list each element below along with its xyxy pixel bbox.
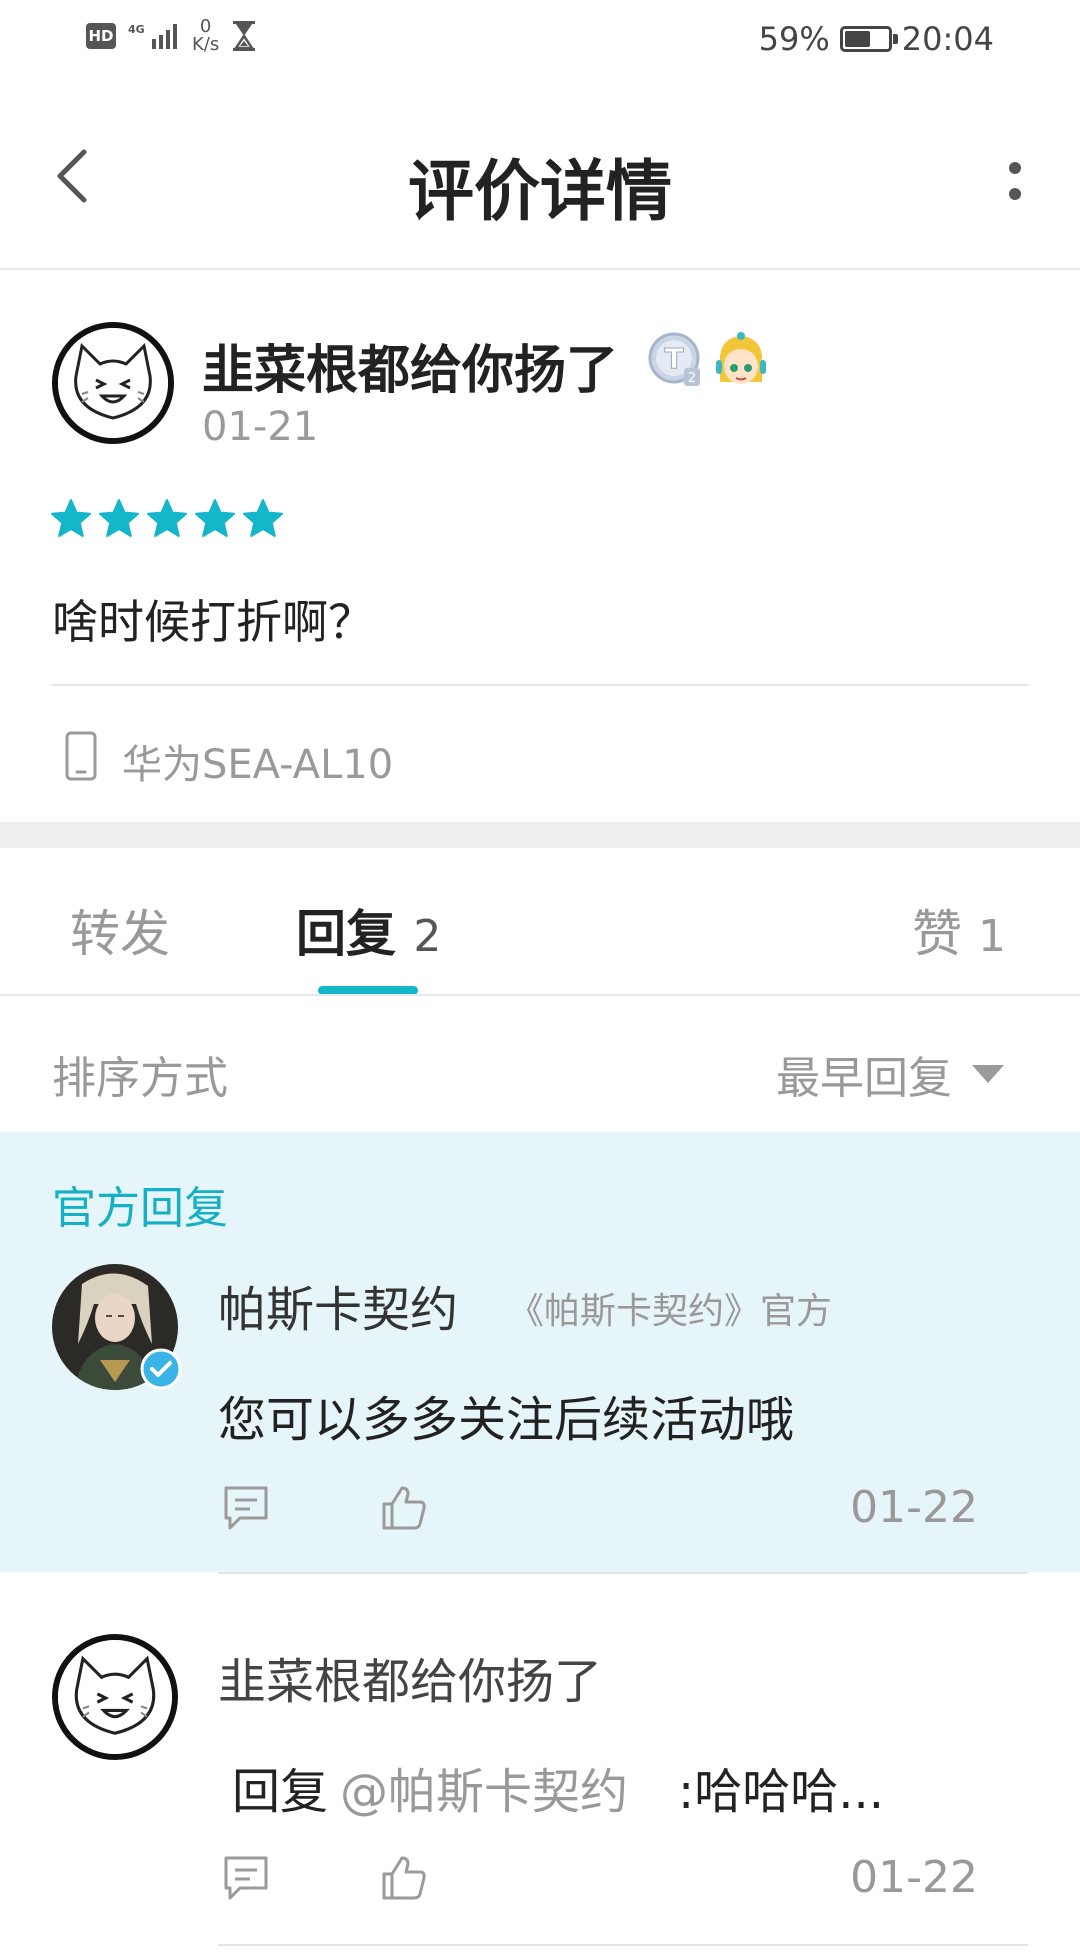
caret-down-icon xyxy=(972,1065,1004,1083)
review-date: 01-21 xyxy=(202,404,319,450)
more-vertical-icon[interactable] xyxy=(1000,154,1030,214)
battery-percent: 59% xyxy=(758,20,830,58)
verified-icon xyxy=(140,1348,182,1390)
tab-reply[interactable]: 回复 2 xyxy=(296,894,441,966)
hd-badge: HD xyxy=(86,23,116,49)
star-icon xyxy=(51,499,91,537)
hourglass-icon xyxy=(233,21,256,51)
status-right: 59% 20:04 xyxy=(759,20,994,58)
user-reply-date: 01-22 xyxy=(850,1852,978,1903)
reply-mention[interactable]: @帕斯卡契约 xyxy=(340,1764,628,1820)
status-left: HD 4G 0 K/s xyxy=(86,18,257,54)
star-icon xyxy=(147,499,187,537)
tab-forward-label: 转发 xyxy=(70,905,170,963)
sort-dropdown[interactable]: 最早回复 xyxy=(776,1042,1004,1106)
network-speed: 0 K/s xyxy=(192,18,219,54)
star-icon xyxy=(195,499,235,537)
tab-like-label: 赞 xyxy=(912,905,963,963)
battery-fill xyxy=(844,31,870,47)
official-reply-content: 您可以多多关注后续活动哦 xyxy=(218,1392,795,1448)
comment-icon[interactable] xyxy=(220,1482,272,1534)
svg-text:2: 2 xyxy=(688,371,696,386)
battery-icon xyxy=(839,26,898,52)
clock: 20:04 xyxy=(901,20,994,58)
svg-text:T: T xyxy=(664,342,683,375)
header: 评价详情 xyxy=(0,110,1080,240)
official-reply-date: 01-22 xyxy=(850,1482,978,1533)
svg-text:4G: 4G xyxy=(128,23,145,36)
tab-like-count: 1 xyxy=(978,911,1006,962)
level-t2-badge-icon[interactable]: T 2 xyxy=(648,332,704,388)
comment-icon[interactable] xyxy=(220,1852,272,1904)
cat-avatar-image xyxy=(58,328,168,438)
sort-value: 最早回复 xyxy=(776,1053,952,1104)
user-reply-content: 回复 @帕斯卡契约 :哈哈哈... xyxy=(232,1752,884,1822)
speed-unit: K/s xyxy=(192,34,220,55)
user-reply-author-name[interactable]: 韭菜根都给你扬了 xyxy=(218,1642,602,1712)
reply-body: :哈哈哈... xyxy=(678,1764,884,1820)
tab-like[interactable]: 赞 1 xyxy=(912,894,1006,966)
phone-icon xyxy=(65,731,97,781)
review-author-name[interactable]: 韭菜根都给你扬了 xyxy=(202,328,618,403)
thumbs-up-icon[interactable] xyxy=(378,1482,430,1534)
review-divider xyxy=(52,684,1028,686)
signal-icon: 4G xyxy=(128,23,177,49)
rating-stars xyxy=(50,498,284,540)
tab-reply-label: 回复 xyxy=(296,905,396,963)
official-tag: 《帕斯卡契约》官方 xyxy=(508,1291,833,1332)
official-reply-label: 官方回复 xyxy=(52,1183,228,1234)
star-icon xyxy=(243,499,283,537)
reply-prefix: 回复 xyxy=(232,1764,329,1820)
header-divider xyxy=(0,268,1080,270)
review-author-avatar[interactable] xyxy=(52,322,174,444)
tab-forward[interactable]: 转发 xyxy=(70,894,170,966)
tabs-divider xyxy=(0,994,1080,996)
status-bar: HD 4G 0 K/s 59% 20:04 xyxy=(0,0,1080,82)
official-avatar[interactable] xyxy=(52,1264,182,1390)
reply-divider xyxy=(218,1944,1028,1946)
cat-avatar-image xyxy=(58,1640,172,1754)
device-model: 华为SEA-AL10 xyxy=(122,742,394,788)
reply-divider xyxy=(218,1572,1028,1574)
star-icon xyxy=(99,499,139,537)
official-author-name[interactable]: 帕斯卡契约 xyxy=(218,1270,458,1340)
anime-girl-badge-icon[interactable] xyxy=(712,330,770,390)
user-reply-avatar[interactable] xyxy=(52,1634,178,1760)
official-reply-section: 官方回复 帕斯卡契约 《帕斯卡契约》官方 您可以多多关注后续活动哦 01-22 xyxy=(0,1132,1080,1572)
tab-reply-count: 2 xyxy=(413,911,442,962)
thumbs-up-icon[interactable] xyxy=(378,1852,430,1904)
review-content: 啥时候打折啊？ xyxy=(52,595,374,649)
sort-label: 排序方式 xyxy=(52,1053,228,1104)
section-gap xyxy=(0,822,1080,848)
page-title: 评价详情 xyxy=(408,153,672,230)
